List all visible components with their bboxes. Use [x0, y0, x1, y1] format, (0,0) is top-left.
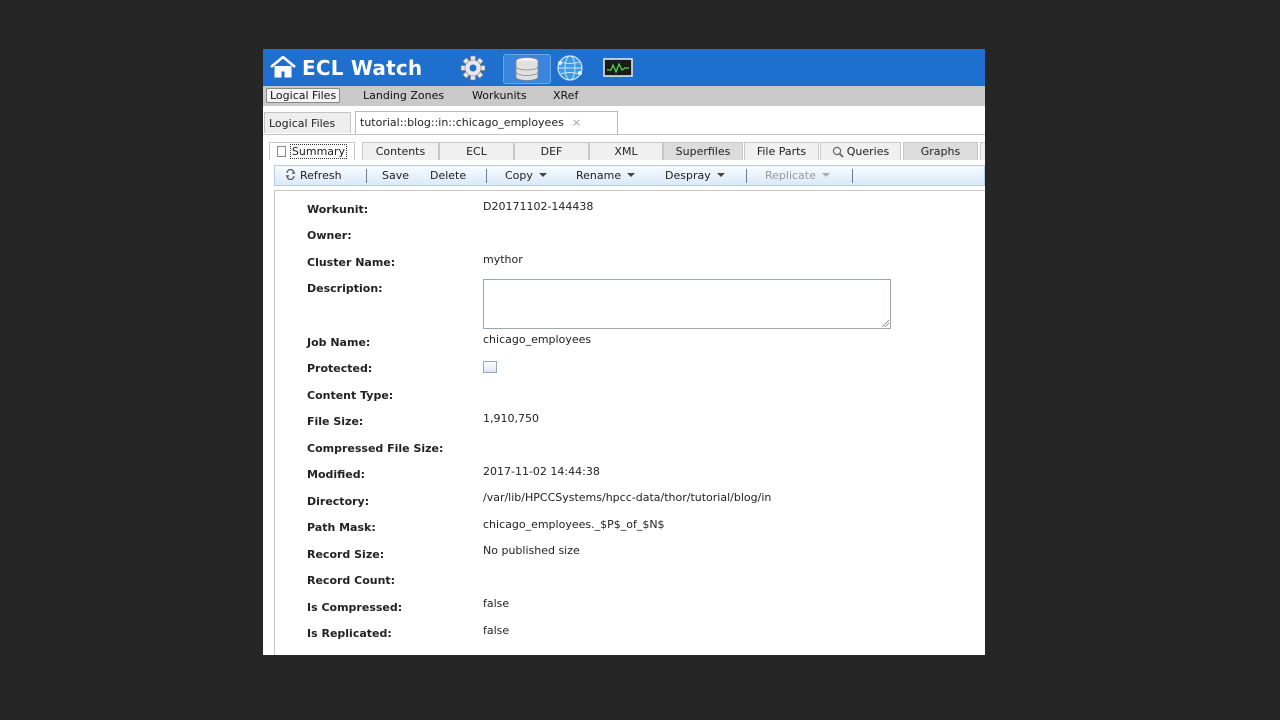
- file-toolbar: Refresh Save Delete Copy Rename Despray …: [274, 165, 985, 186]
- document-tabs: Logical Files tutorial::blog::in::chicag…: [263, 106, 985, 135]
- summary-panel: Workunit: D20171102-144438 Owner: Cluste…: [274, 190, 985, 655]
- is-compressed-label: Is Compressed:: [307, 601, 403, 614]
- tab-ecl[interactable]: ECL: [439, 142, 514, 160]
- tab-summary[interactable]: Summary: [269, 142, 355, 160]
- search-icon: [832, 146, 844, 158]
- protected-checkbox[interactable]: [483, 361, 497, 373]
- delete-button[interactable]: Delete: [430, 168, 466, 184]
- chevron-down-icon: [716, 173, 725, 177]
- description-textarea[interactable]: [483, 279, 891, 329]
- record-size-value: No published size: [483, 544, 580, 557]
- tab-queries[interactable]: Queries: [820, 142, 901, 160]
- workunit-label: Workunit:: [307, 203, 369, 216]
- file-size-label: File Size:: [307, 415, 364, 428]
- refresh-icon: [285, 168, 296, 181]
- tab-ecl-label: ECL: [466, 145, 487, 158]
- modified-value: 2017-11-02 14:44:38: [483, 465, 600, 478]
- doc-tab-logical-files[interactable]: Logical Files: [264, 112, 351, 133]
- tab-file-parts-label: File Parts: [756, 145, 807, 158]
- protected-label: Protected:: [307, 362, 373, 375]
- record-count-label: Record Count:: [307, 574, 396, 587]
- cluster-name-label: Cluster Name:: [307, 256, 396, 269]
- tab-def-label: DEF: [540, 145, 563, 158]
- path-mask-value: chicago_employees._$P$_of_$N$: [483, 518, 665, 531]
- record-size-label: Record Size:: [307, 548, 385, 561]
- tab-xml-label: XML: [614, 145, 638, 158]
- job-name-value: chicago_employees: [483, 333, 592, 346]
- doc-tab-chicago-employees[interactable]: tutorial::blog::in::chicago_employees ×: [355, 111, 618, 134]
- tab-xml[interactable]: XML: [589, 142, 663, 160]
- workunit-value[interactable]: D20171102-144438: [483, 200, 593, 214]
- app-title[interactable]: ECL Watch: [302, 55, 422, 81]
- menu-xref[interactable]: XRef: [550, 88, 581, 103]
- file-detail-tabs: Summary Contents ECL DEF XML Superfiles …: [269, 142, 985, 161]
- tab-graphs-label: Graphs: [920, 145, 961, 158]
- rename-dropdown[interactable]: Rename: [576, 168, 636, 184]
- toolbar-divider: [486, 169, 487, 183]
- monitor-icon[interactable]: [602, 54, 634, 82]
- compressed-file-size-label: Compressed File Size:: [307, 442, 444, 455]
- menu-landing-zones[interactable]: Landing Zones: [360, 88, 447, 103]
- is-replicated-label: Is Replicated:: [307, 627, 392, 640]
- tab-superfiles-label: Superfiles: [675, 145, 731, 158]
- database-icon[interactable]: [503, 54, 551, 84]
- tab-def[interactable]: DEF: [514, 142, 589, 160]
- ecl-watch-window: ECL Watch Logical Files Landing Zones Wo…: [263, 49, 985, 655]
- tab-contents[interactable]: Contents: [362, 142, 439, 160]
- owner-label: Owner:: [307, 229, 352, 242]
- despray-label: Despray: [665, 169, 711, 182]
- menu-logical-files[interactable]: Logical Files: [266, 88, 341, 103]
- toolbar-divider: [852, 169, 853, 183]
- chevron-down-icon: [627, 173, 636, 177]
- is-compressed-value: false: [483, 597, 510, 610]
- cluster-name-value: mythor: [483, 253, 523, 266]
- doc-tab-label: Logical Files: [269, 117, 336, 130]
- tab-superfiles[interactable]: Superfiles: [663, 142, 743, 160]
- replicate-label: Replicate: [765, 169, 816, 182]
- tab-file-parts[interactable]: File Parts: [744, 142, 819, 160]
- close-icon[interactable]: ×: [572, 116, 581, 129]
- doc-tab-label: tutorial::blog::in::chicago_employees: [360, 116, 564, 129]
- tab-graphs[interactable]: Graphs: [903, 142, 978, 160]
- tab-queries-label: Queries: [846, 145, 890, 158]
- despray-dropdown[interactable]: Despray: [665, 168, 725, 184]
- save-button[interactable]: Save: [382, 168, 409, 184]
- is-replicated-value: false: [483, 624, 510, 637]
- modified-label: Modified:: [307, 468, 366, 481]
- file-size-value: 1,910,750: [483, 412, 539, 425]
- gear-icon[interactable]: [457, 54, 489, 82]
- main-menu: Logical Files Landing Zones Workunits XR…: [263, 86, 985, 106]
- toolbar-divider: [366, 169, 367, 183]
- replicate-dropdown[interactable]: Replicate: [765, 168, 830, 184]
- job-name-label: Job Name:: [307, 336, 371, 349]
- globe-icon[interactable]: [554, 54, 586, 82]
- tab-contents-label: Contents: [375, 145, 426, 158]
- document-icon: [276, 146, 286, 157]
- path-mask-label: Path Mask:: [307, 521, 376, 534]
- app-header: ECL Watch: [263, 49, 985, 86]
- copy-label: Copy: [505, 169, 533, 182]
- directory-value: /var/lib/HPCCSystems/hpcc-data/thor/tuto…: [483, 491, 772, 504]
- menu-workunits[interactable]: Workunits: [469, 88, 530, 103]
- refresh-label: Refresh: [300, 169, 342, 182]
- refresh-button[interactable]: Refresh: [285, 168, 342, 184]
- tab-overflow[interactable]: [980, 142, 985, 160]
- rename-label: Rename: [576, 169, 622, 182]
- tab-summary-label: Summary: [289, 144, 348, 159]
- chevron-down-icon: [821, 173, 830, 177]
- home-icon[interactable]: [269, 56, 297, 78]
- directory-label: Directory:: [307, 495, 370, 508]
- toolbar-divider: [746, 169, 747, 183]
- description-label: Description:: [307, 282, 383, 295]
- resize-handle-icon[interactable]: [882, 320, 889, 327]
- chevron-down-icon: [538, 173, 547, 177]
- copy-dropdown[interactable]: Copy: [505, 168, 547, 184]
- content-type-label: Content Type:: [307, 389, 394, 402]
